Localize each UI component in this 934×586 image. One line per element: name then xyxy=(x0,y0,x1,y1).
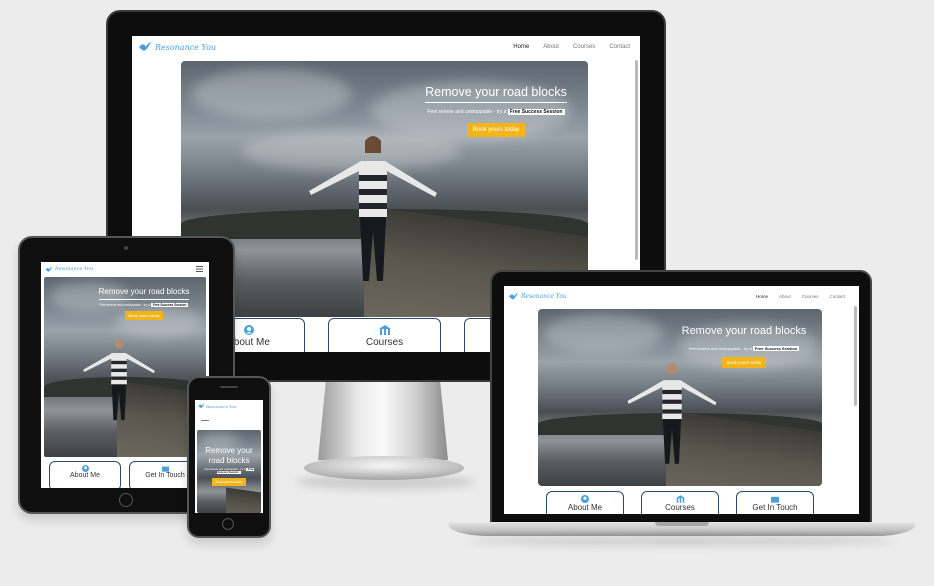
laptop-cta-button[interactable]: Book yours today xyxy=(721,357,767,368)
laptop-screen: Resonance You Home About Courses Contact… xyxy=(504,286,859,514)
hamburger-menu-icon[interactable] xyxy=(196,266,203,272)
bird-logo-icon xyxy=(45,266,53,272)
envelope-icon xyxy=(771,496,779,503)
site-logo-text: Resonance You xyxy=(155,42,217,52)
laptop-nav-menu: Home About Courses Contact xyxy=(755,293,845,299)
bird-logo-icon xyxy=(198,403,205,408)
tablet-hero-title: Remove your road blocks xyxy=(98,287,190,300)
tablet-hero-banner: Remove your road blocks Feel serene and … xyxy=(44,277,206,457)
phone-navbar: Resonance You xyxy=(195,400,263,420)
tablet-hero-person-image xyxy=(83,339,155,421)
bird-logo-icon xyxy=(139,42,151,51)
bird-logo-icon xyxy=(509,292,518,299)
user-circle-icon xyxy=(581,495,589,503)
user-circle-icon xyxy=(81,465,89,472)
laptop-card-get-in-touch[interactable]: Get In Touch xyxy=(736,491,814,514)
hero-title: Remove your road blocks xyxy=(425,85,567,103)
tablet-logo[interactable]: Resonance You xyxy=(45,266,93,273)
building-icon xyxy=(675,495,685,503)
nav-item-home[interactable]: Home xyxy=(513,44,529,50)
tablet-cta-button[interactable]: Book yours today xyxy=(124,311,164,320)
phone-cta-button[interactable]: Book yours today xyxy=(212,478,246,486)
phone-hero-title: Remove your road blocks xyxy=(205,446,253,465)
phone-hero-text: Remove your road blocks Feel serene and … xyxy=(199,446,259,486)
building-icon xyxy=(378,325,391,335)
tablet-navbar: Resonance You xyxy=(41,262,209,276)
laptop-shadow xyxy=(470,536,894,546)
phone-screen: Resonance You Remove your road blocks Fe… xyxy=(195,400,263,513)
envelope-icon xyxy=(161,466,169,472)
tablet-card-about-me[interactable]: About Me xyxy=(49,461,121,488)
tablet-home-button[interactable] xyxy=(119,493,133,507)
tablet-screen: Resonance You Remove your road blocks Fe… xyxy=(41,262,209,488)
laptop-card-courses[interactable]: Courses xyxy=(641,491,719,514)
phone-hero-banner: Remove your road blocks Feel serene and … xyxy=(197,430,261,513)
user-circle-icon xyxy=(243,325,254,335)
nav-item-courses[interactable]: Courses xyxy=(573,44,595,50)
scrollbar[interactable] xyxy=(635,60,638,260)
desktop-nav-menu: Home About Courses Contact xyxy=(513,44,630,50)
laptop-card-about-me[interactable]: About Me xyxy=(546,491,624,514)
laptop-notch xyxy=(655,522,709,526)
phone-home-button[interactable] xyxy=(222,518,234,530)
nav-item-contact[interactable]: Contact xyxy=(609,44,630,50)
tablet-hero-text: Remove your road blocks Feel serene and … xyxy=(98,287,190,320)
monitor-stand-neck xyxy=(318,382,448,460)
hero-person-image xyxy=(309,136,437,281)
card-courses[interactable]: Courses xyxy=(328,318,441,352)
phone-speaker xyxy=(220,386,238,388)
hero-text-block: Remove your road blocks Feel serene and … xyxy=(401,85,588,137)
phone-hamburger[interactable] xyxy=(201,420,209,421)
desktop-navbar: Resonance You Home About Courses Contact xyxy=(132,36,640,58)
nav-item-about[interactable]: About xyxy=(543,44,559,50)
phone-logo[interactable]: Resonance You xyxy=(198,403,237,409)
laptop-hero-title: Remove your road blocks xyxy=(681,325,807,337)
hero-highlight: Free Success Session xyxy=(507,109,565,115)
laptop-navbar: Resonance You Home About Courses Contact xyxy=(504,286,859,306)
laptop-hero-banner: Remove your road blocks Feel serene and … xyxy=(538,309,822,486)
cta-button[interactable]: Book yours today xyxy=(466,123,526,137)
tablet-camera xyxy=(124,246,128,250)
hero-subtitle: Feel serene and unstoppable - try a Free… xyxy=(427,109,565,115)
monitor-shadow xyxy=(296,474,476,490)
laptop-hero-person-image xyxy=(627,363,717,464)
laptop-logo[interactable]: Resonance You xyxy=(508,292,567,301)
card-courses-label: Courses xyxy=(365,337,404,348)
laptop-scrollbar[interactable] xyxy=(854,306,857,406)
laptop-hero-text: Remove your road blocks Feel serene and … xyxy=(664,325,822,368)
site-logo[interactable]: Resonance You xyxy=(138,41,216,53)
